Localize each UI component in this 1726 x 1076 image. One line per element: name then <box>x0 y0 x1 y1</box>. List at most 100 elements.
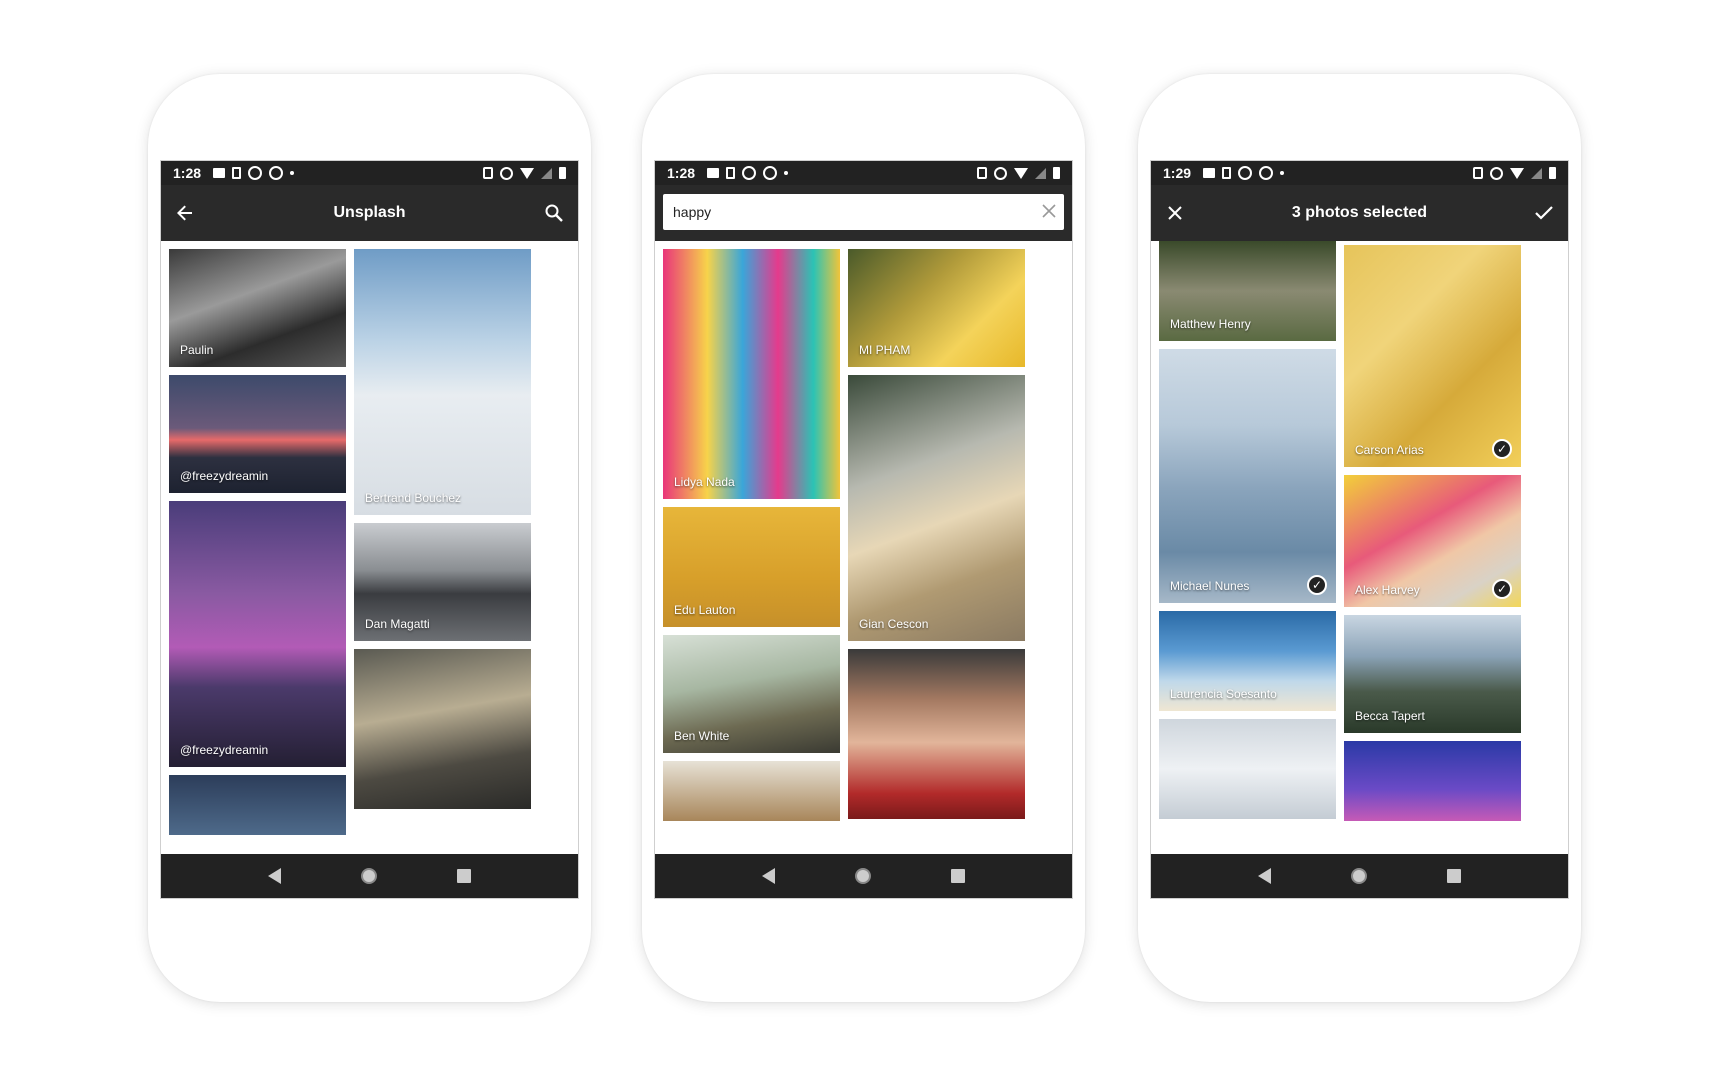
more-notifications-icon <box>784 171 789 175</box>
phone-unsplash-home: 1:28 Unsplash Paulin Bertrand Bouchez @f… <box>148 74 591 1002</box>
photo-grid: Paulin Bertrand Bouchez @freezydreamin D… <box>161 241 578 854</box>
arrow-left-icon <box>177 205 192 221</box>
selected-check-icon: ✓ <box>1307 575 1327 595</box>
photo-tile[interactable]: Alex Harvey ✓ <box>1344 475 1521 607</box>
app-bar: Unsplash <box>161 185 578 241</box>
photo-author: Lidya Nada <box>674 475 735 489</box>
system-nav-bar <box>1151 854 1568 898</box>
photo-tile[interactable]: Gian Cescon <box>848 375 1025 641</box>
nav-back-icon[interactable] <box>762 868 775 884</box>
system-nav-bar <box>655 854 1072 898</box>
photo-author: Michael Nunes <box>1170 579 1250 593</box>
sync-icon <box>763 166 778 180</box>
system-nav-bar <box>161 854 578 898</box>
cell-signal-icon <box>1035 167 1046 179</box>
photo-author: Carson Arias <box>1355 443 1424 457</box>
photo-author: Alex Harvey <box>1355 583 1420 597</box>
nav-home-icon[interactable] <box>855 868 871 884</box>
wifi-icon <box>1510 167 1524 179</box>
photo-tile[interactable] <box>848 649 1025 819</box>
photo-tile[interactable]: Becca Tapert <box>1344 615 1521 733</box>
nav-home-icon[interactable] <box>1351 868 1367 884</box>
sync-icon <box>269 166 284 180</box>
nav-recents-icon[interactable] <box>1447 869 1461 883</box>
photo-tile[interactable] <box>663 761 840 821</box>
photo-author: Edu Lauton <box>674 603 736 617</box>
nav-recents-icon[interactable] <box>457 869 471 883</box>
photo-tile[interactable]: Ben White <box>663 635 840 753</box>
sync-icon <box>742 166 757 180</box>
photo-tile[interactable]: @freezydreamin <box>169 501 346 767</box>
search-icon <box>545 204 563 222</box>
nav-back-icon[interactable] <box>1258 868 1271 884</box>
cell-signal-icon <box>1531 167 1542 179</box>
photo-tile[interactable]: MI PHAM <box>848 249 1025 367</box>
sd-card-icon <box>1222 167 1232 179</box>
battery-icon <box>559 167 566 179</box>
confirm-selection-button[interactable] <box>1520 189 1568 237</box>
screen: 1:29 3 photos selected Matthew Henry Car… <box>1150 160 1569 899</box>
cell-signal-icon <box>541 167 552 179</box>
more-notifications-icon <box>290 171 295 175</box>
photo-tile[interactable]: Edu Lauton <box>663 507 840 627</box>
page-title: 3 photos selected <box>1291 204 1428 221</box>
search-button[interactable] <box>530 189 578 237</box>
sync-icon <box>248 166 263 180</box>
status-time: 1:29 <box>1163 165 1192 181</box>
photo-tile[interactable] <box>1159 719 1336 819</box>
nav-home-icon[interactable] <box>361 868 377 884</box>
photo-tile[interactable]: Michael Nunes ✓ <box>1159 349 1336 603</box>
photo-author: Paulin <box>180 343 214 357</box>
photo-tile[interactable]: Laurencia Soesanto <box>1159 611 1336 711</box>
search-input[interactable] <box>671 203 1042 221</box>
wifi-icon <box>520 167 534 179</box>
photo-tile[interactable] <box>1344 741 1521 821</box>
nav-recents-icon[interactable] <box>951 869 965 883</box>
photo-tile[interactable]: Matthew Henry <box>1159 241 1336 341</box>
photo-tile[interactable]: @freezydreamin <box>169 375 346 493</box>
status-bar: 1:29 <box>1151 161 1568 185</box>
page-title: Unsplash <box>333 204 406 221</box>
photo-tile[interactable]: Paulin <box>169 249 346 367</box>
phone-search: 1:28 Lidya Nada <box>642 74 1085 1002</box>
battery-icon <box>1549 167 1556 179</box>
clear-search-button[interactable] <box>1042 201 1056 224</box>
close-selection-button[interactable] <box>1151 189 1199 237</box>
sync-icon <box>1238 166 1253 180</box>
photo-author: Laurencia Soesanto <box>1170 687 1277 701</box>
photo-author: Gian Cescon <box>859 617 929 631</box>
photo-tile[interactable] <box>169 775 346 835</box>
sd-card-icon <box>726 167 736 179</box>
photo-author: @freezydreamin <box>180 743 269 757</box>
do-not-disturb-icon <box>1490 166 1503 180</box>
photo-tile[interactable] <box>354 649 531 809</box>
search-box <box>663 194 1064 230</box>
back-button[interactable] <box>161 189 209 237</box>
status-bar: 1:28 <box>655 161 1072 185</box>
wifi-icon <box>1014 167 1028 179</box>
battery-icon <box>1053 167 1060 179</box>
photo-tile[interactable]: Dan Magatti <box>354 523 531 641</box>
screen: 1:28 Unsplash Paulin Bertrand Bouchez @f… <box>160 160 579 899</box>
sync-icon <box>1259 166 1274 180</box>
do-not-disturb-icon <box>500 166 513 180</box>
screen: 1:28 Lidya Nada <box>654 160 1073 899</box>
photo-tile[interactable]: Bertrand Bouchez <box>354 249 531 515</box>
photo-tile[interactable]: Carson Arias ✓ <box>1344 245 1521 467</box>
do-not-disturb-icon <box>994 166 1007 180</box>
close-icon <box>1168 206 1182 220</box>
vibrate-icon <box>977 167 987 179</box>
photo-author: Matthew Henry <box>1170 317 1251 331</box>
nav-back-icon[interactable] <box>268 868 281 884</box>
image-notification-icon <box>707 168 720 178</box>
photo-author: Dan Magatti <box>365 617 430 631</box>
phone-selection: 1:29 3 photos selected Matthew Henry Car… <box>1138 74 1581 1002</box>
photo-tile[interactable]: Lidya Nada <box>663 249 840 499</box>
more-notifications-icon <box>1280 171 1285 175</box>
selected-check-icon: ✓ <box>1492 579 1512 599</box>
status-bar: 1:28 <box>161 161 578 185</box>
close-icon <box>1042 203 1056 218</box>
image-notification-icon <box>213 168 226 178</box>
photo-grid: Lidya Nada MI PHAM Edu Lauton Gian Cesco… <box>655 241 1072 854</box>
photo-author: MI PHAM <box>859 343 911 357</box>
